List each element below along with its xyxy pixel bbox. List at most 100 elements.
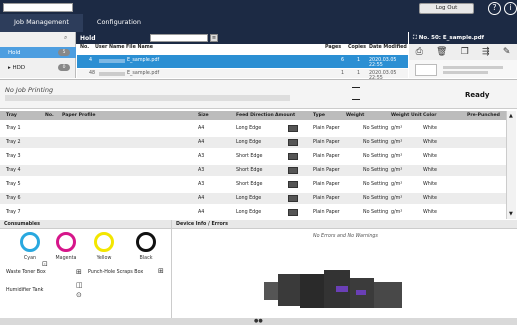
file-name: E_sample.pdf (127, 71, 160, 76)
paper-type: Plain Paper (313, 140, 340, 145)
paper-weight: No Setting (363, 196, 389, 201)
paper-amount-icon (288, 167, 298, 174)
column-header[interactable]: No. (80, 45, 89, 50)
tray-size: A4 (198, 196, 205, 201)
status-title: No Job Printing (5, 86, 54, 94)
column-header[interactable]: Pages (325, 45, 341, 50)
edit-icon[interactable]: ✎ (503, 47, 511, 57)
column-header[interactable]: Weight (346, 113, 364, 118)
tray-name: Tray 5 (6, 182, 21, 187)
storage-item-label: Hold (8, 50, 21, 56)
column-header[interactable]: Pre-Punched (467, 113, 500, 118)
date-modified: 2020.03.05 22:55 (369, 58, 397, 68)
tray-size: A4 (198, 126, 205, 131)
thumbnail-text-line (443, 71, 488, 74)
table-row[interactable]: Tray 1 A4 Long Edge Plain Paper No Setti… (0, 123, 506, 134)
paper-type: Plain Paper (313, 196, 340, 201)
scroll-down-icon[interactable]: ▼ (509, 211, 513, 217)
tray-size: A3 (198, 168, 205, 173)
search-icon[interactable]: ⌕ (199, 33, 202, 41)
info-icon[interactable]: i (504, 2, 517, 15)
copy-job-icon[interactable]: ❐ (461, 47, 469, 57)
weight-unit: g/m² (391, 182, 403, 187)
column-header[interactable]: Paper Profile (62, 113, 96, 118)
printer-module (278, 274, 300, 306)
column-header[interactable]: Tray (6, 113, 17, 118)
paper-amount-icon (288, 181, 298, 188)
feed-direction: Long Edge (236, 196, 262, 201)
toner-yellow-gauge (94, 232, 114, 252)
table-row[interactable]: 4 E_sample.pdf 6 1 2020.03.05 22:55 (77, 55, 408, 68)
job-toolbar: ⎙ 🗑 ❐ ⇶ ✎ (409, 44, 517, 60)
tray-name: Tray 3 (6, 154, 21, 159)
list-view-icon[interactable]: ≡ (210, 34, 218, 42)
punch-box-label: Punch-Hole Scraps Box (88, 270, 144, 275)
printer-accent (356, 290, 366, 295)
paper-amount-icon (288, 153, 298, 160)
table-row[interactable]: Tray 4 A3 Short Edge Plain Paper No Sett… (0, 165, 506, 176)
tab-job-management[interactable]: Job Management (0, 14, 83, 32)
move-job-icon[interactable]: ⇶ (482, 47, 490, 57)
print-icon[interactable]: ⎙ (416, 47, 423, 57)
punch-box-icon: ⊞ (158, 267, 164, 275)
column-header[interactable]: Size (198, 113, 209, 118)
feed-direction: Short Edge (236, 182, 263, 187)
paper-weight: No Setting (363, 154, 389, 159)
printer-module (264, 282, 278, 300)
help-icon[interactable]: ? (488, 2, 501, 15)
paper-amount-icon (288, 195, 298, 202)
column-header[interactable]: Type (313, 113, 325, 118)
copies: 1 (357, 71, 361, 76)
paper-color: White (423, 182, 437, 187)
column-header[interactable]: Copies (348, 45, 366, 50)
tray-name: Tray 2 (6, 140, 21, 145)
job-preview (409, 60, 517, 78)
table-row[interactable]: Tray 3 A3 Short Edge Plain Paper No Sett… (0, 151, 506, 162)
row-number: 4 (89, 58, 93, 63)
paper-weight: No Setting (363, 210, 389, 215)
weight-unit: g/m² (391, 168, 403, 173)
table-row[interactable]: 48 E_sample.pdf 1 1 2020.03.05 22:55 (77, 69, 408, 81)
column-header[interactable]: Amount (275, 113, 295, 118)
tray-scrollbar[interactable]: ▲ ▼ (506, 111, 516, 219)
tab-configuration[interactable]: Configuration (83, 14, 155, 32)
column-header[interactable]: Weight Unit (391, 113, 422, 118)
paper-type: Plain Paper (313, 154, 340, 159)
count-badge: 0 (58, 64, 70, 71)
storage-item-hdd[interactable]: ▸ HDD 0 (0, 62, 76, 73)
error-message: No Errors and No Warnings (313, 234, 378, 239)
humidifier-icon: ⊙ (76, 291, 82, 299)
column-header[interactable]: Feed Direction (236, 113, 274, 118)
count-badge: 5 (58, 49, 70, 56)
table-row[interactable]: Tray 5 A3 Short Edge Plain Paper No Sett… (0, 179, 506, 190)
column-header[interactable]: No. (45, 113, 54, 118)
column-header[interactable]: File Name (126, 45, 153, 50)
logout-button[interactable]: Log Out (419, 3, 474, 14)
scroll-up-icon[interactable]: ▲ (509, 113, 513, 119)
delete-icon[interactable]: 🗑 (436, 47, 447, 57)
column-header[interactable]: Date Modified (369, 45, 407, 50)
file-name: E_sample.pdf (127, 58, 160, 63)
storage-item-hold[interactable]: Hold 5 (0, 47, 76, 58)
table-row[interactable]: Tray 7 A4 Long Edge Plain Paper No Setti… (0, 207, 506, 218)
column-header[interactable]: User Name (95, 45, 125, 50)
table-row[interactable]: Tray 2 A4 Long Edge Plain Paper No Setti… (0, 137, 506, 148)
job-detail-header: ⛶ No. 50: E_sample.pdf (409, 32, 517, 44)
table-row[interactable]: Tray 6 A4 Long Edge Plain Paper No Setti… (0, 193, 506, 204)
pager-handle-icon[interactable]: ●● (254, 318, 263, 324)
printer-module (300, 274, 324, 308)
weight-unit: g/m² (391, 154, 403, 159)
printer-illustration (264, 268, 404, 314)
paper-amount-icon (288, 139, 298, 146)
column-header[interactable]: Color (423, 113, 437, 118)
storage-item-label: HDD (12, 65, 26, 71)
paper-color: White (423, 154, 437, 159)
toner-label: Yellow (96, 256, 112, 261)
toner-black-gauge (136, 232, 156, 252)
bottom-bar: ●● (0, 318, 517, 325)
pages: 6 (341, 58, 345, 63)
storage-search-input[interactable] (3, 3, 73, 12)
search-icon[interactable]: ⌕ (64, 34, 67, 42)
tray-name: Tray 6 (6, 196, 21, 201)
tray-size: A3 (198, 182, 205, 187)
